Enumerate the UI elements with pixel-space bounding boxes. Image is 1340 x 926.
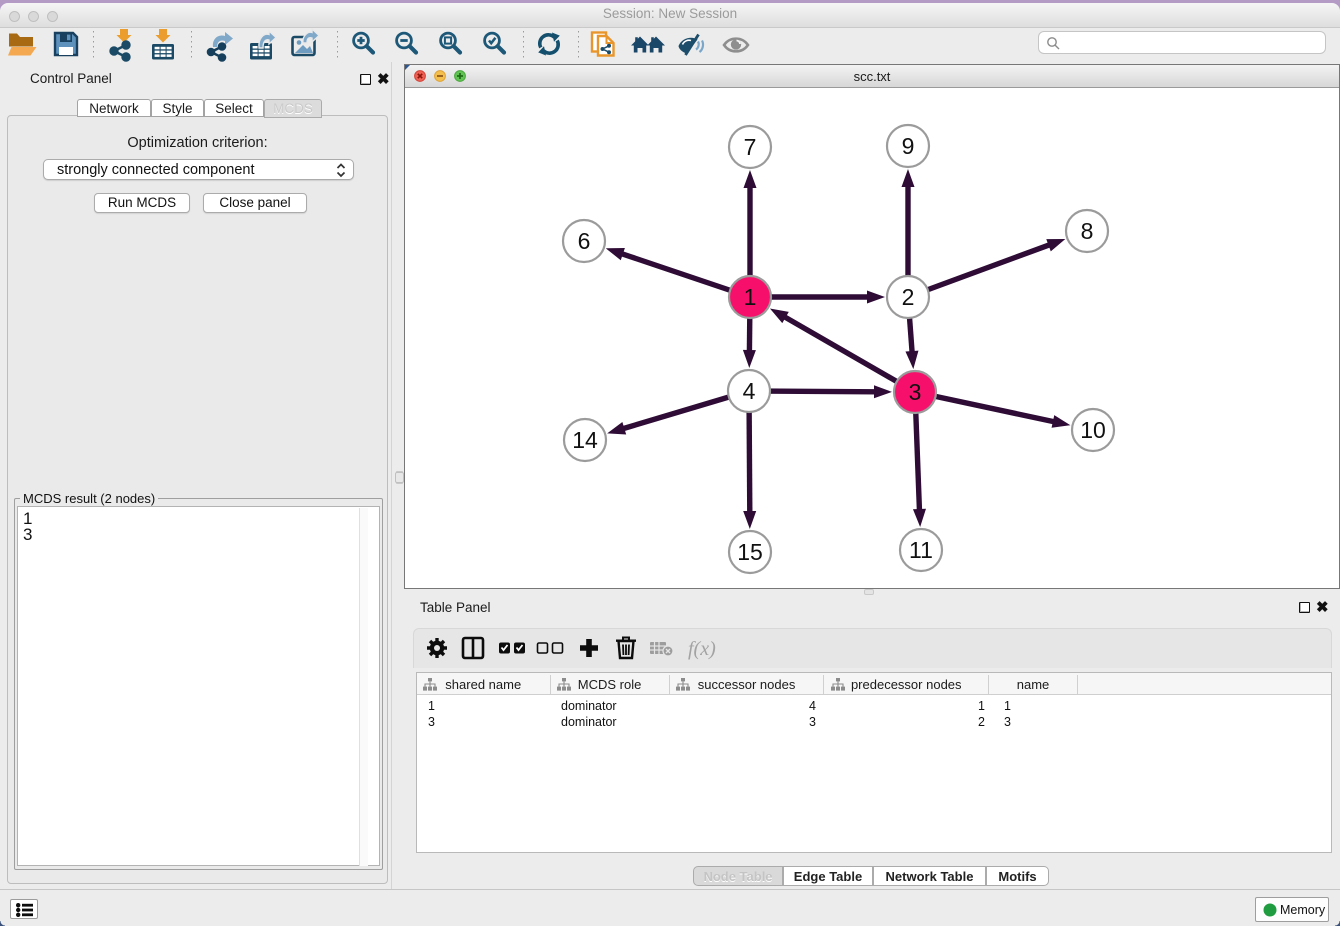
svg-text:8: 8	[1081, 218, 1094, 244]
svg-text:f(x): f(x)	[688, 638, 716, 660]
svg-text:2: 2	[902, 284, 915, 310]
svg-text:15: 15	[737, 539, 763, 565]
svg-text:3: 3	[909, 379, 922, 405]
svg-text:6: 6	[578, 228, 591, 254]
svg-text:9: 9	[902, 133, 915, 159]
svg-text:11: 11	[909, 537, 933, 563]
svg-text:4: 4	[743, 378, 756, 404]
svg-text:10: 10	[1080, 417, 1106, 443]
svg-text:14: 14	[572, 427, 598, 453]
svg-text:7: 7	[744, 134, 757, 160]
svg-text:1: 1	[744, 284, 757, 310]
